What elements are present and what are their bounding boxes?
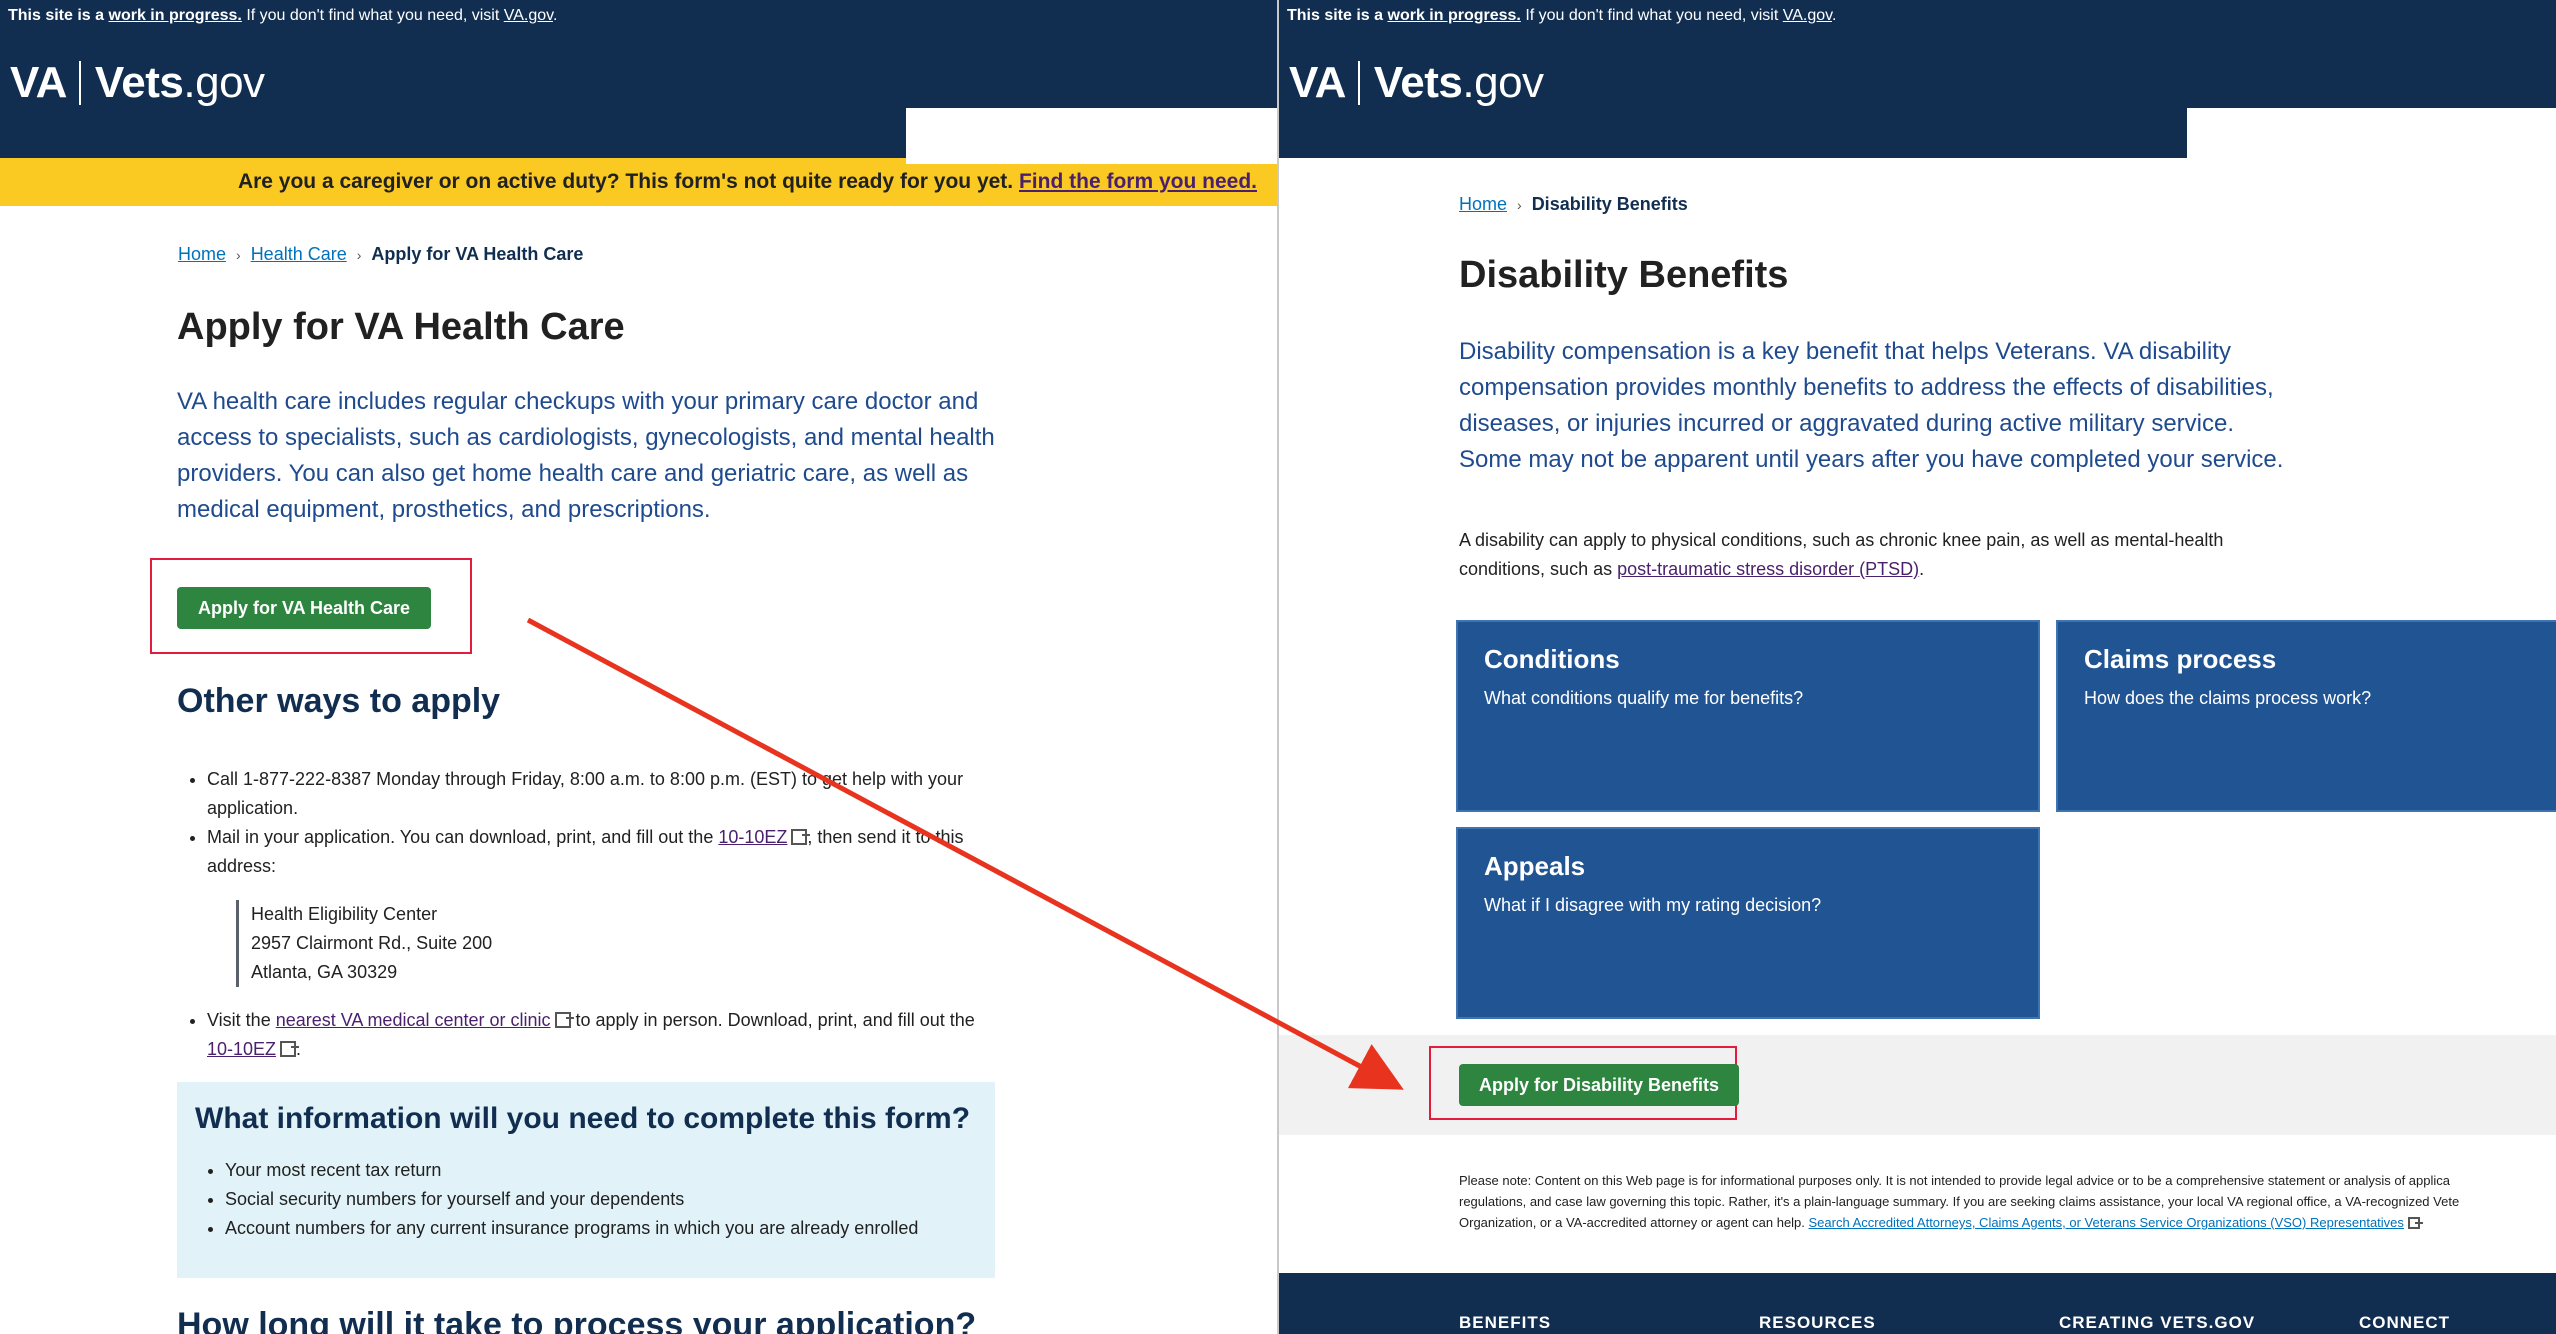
red-arrow-line [526,617,1404,1090]
annotation-arrow [526,617,1404,1090]
